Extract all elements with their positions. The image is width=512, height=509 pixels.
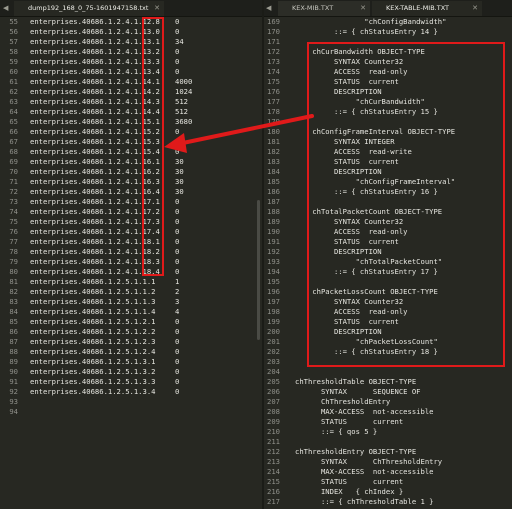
editor-window: ◀ dump192_168_0_75-1601947158.txt ✕ 55 en…: [0, 0, 512, 509]
arrow-shaft: [176, 114, 314, 146]
annotation-arrow: [164, 114, 314, 153]
arrow-head: [164, 133, 187, 153]
